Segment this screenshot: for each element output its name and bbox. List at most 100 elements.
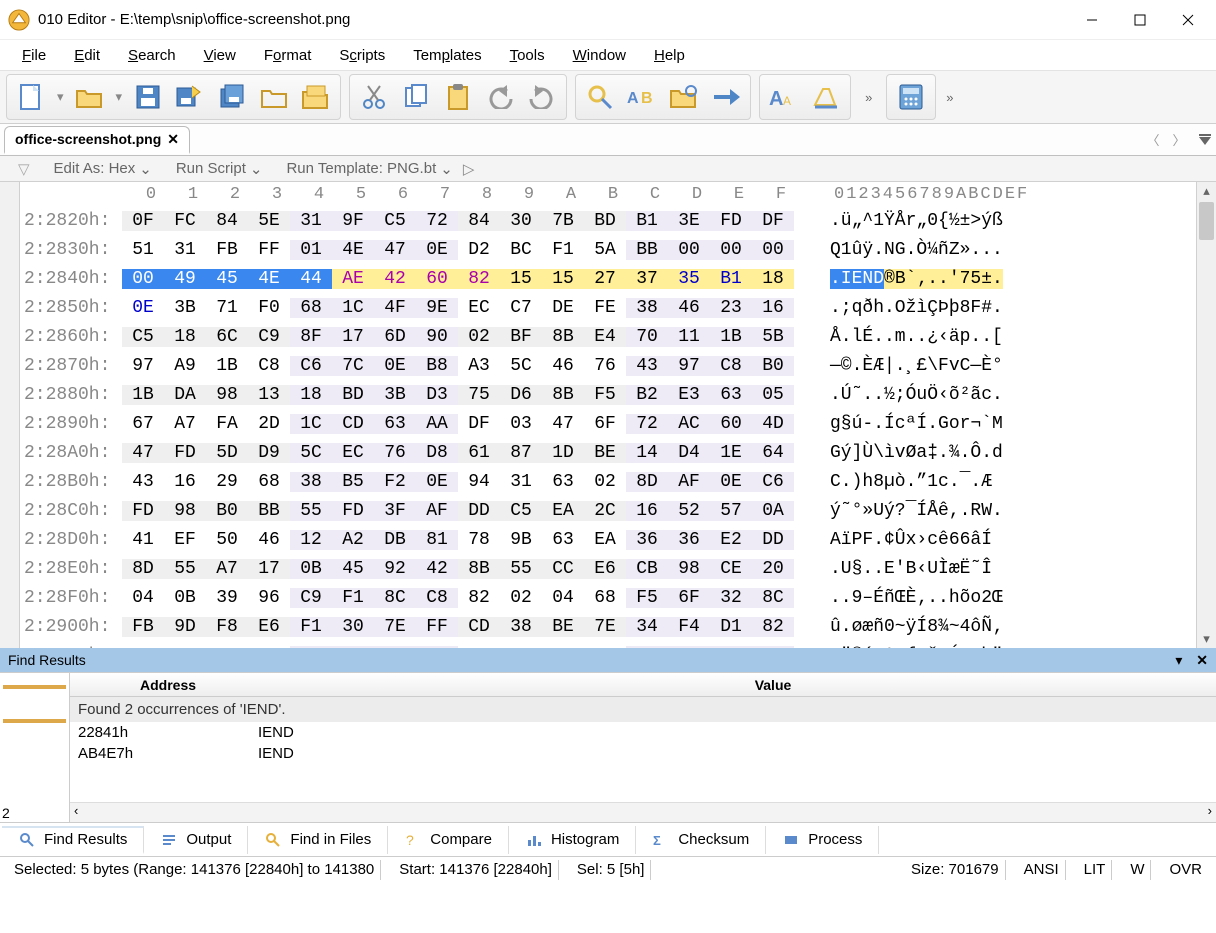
open-folder-button[interactable] [258,81,290,113]
results-count: 2 [2,805,10,821]
hex-row[interactable]: 2:2900h:FB9DF8E6F1307EFFCD38BE7E34F4D182… [20,612,1196,641]
save-as-button[interactable] [174,81,206,113]
find-button[interactable] [584,81,616,113]
status-write[interactable]: W [1124,860,1151,880]
hex-row[interactable]: 2:28B0h:4316296838B5F20E943163028DAF0EC6… [20,467,1196,496]
menu-scripts[interactable]: Scripts [325,43,399,68]
bottom-tab-process[interactable]: Process [766,826,879,854]
minimap[interactable]: 2 [0,673,70,822]
hex-row[interactable]: 2:2840h:0049454E44AE4260821515273735B118… [20,264,1196,293]
scroll-down-icon[interactable]: ▾ [1197,630,1216,648]
find-replace-button[interactable]: AB [626,81,658,113]
panel-close-icon[interactable]: ✕ [1196,652,1208,668]
toolbar-overflow-icon[interactable]: » [855,90,882,105]
column-address[interactable]: Address [70,677,330,693]
highlight-button[interactable] [810,81,842,113]
menu-templates[interactable]: Templates [399,43,495,68]
paste-button[interactable] [442,81,474,113]
hex-row[interactable]: 2:2860h:C5186CC98F176D9002BF8BE470111B5B… [20,322,1196,351]
save-all-button[interactable] [216,81,248,113]
hex-row[interactable]: 2:28C0h:FD98B0BB55FD3FAFDDC5EA2C1652570A… [20,496,1196,525]
status-start[interactable]: Start: 141376 [22840h] [393,860,559,880]
redo-button[interactable] [526,81,558,113]
menu-search[interactable]: Search [114,43,190,68]
status-ovr[interactable]: OVR [1163,860,1208,880]
save-button[interactable] [132,81,164,113]
status-sel[interactable]: Sel: 5 [5h] [571,860,652,880]
process-icon [782,831,800,849]
find-result-row[interactable]: 22841hIEND [70,722,1216,743]
status-endian[interactable]: LIT [1078,860,1113,880]
calculator-button[interactable] [895,81,927,113]
find-in-files-button[interactable] [668,81,700,113]
bottom-tab-find-results[interactable]: Find Results [2,826,144,854]
menu-help[interactable]: Help [640,43,699,68]
menu-tools[interactable]: Tools [496,43,559,68]
hex-row[interactable]: 2:28E0h:8D55A7170B4592428B55CCE6CB98CE20… [20,554,1196,583]
tab-active[interactable]: office-screenshot.png ✕ [4,126,190,154]
cut-button[interactable] [358,81,390,113]
scroll-thumb[interactable] [1199,202,1214,240]
output-icon [160,831,178,849]
chevron-down-icon[interactable]: ▾ [116,89,123,105]
horizontal-scrollbar[interactable] [70,802,1216,822]
hex-row[interactable]: 2:2850h:0E3B71F0681C4F9EECC7DEFE38462316… [20,293,1196,322]
bottom-tab-histogram[interactable]: Histogram [509,826,636,854]
edit-as-selector[interactable]: Edit As: Hex ⌄ [54,160,152,178]
close-button[interactable] [1164,4,1212,36]
menu-edit[interactable]: Edit [60,43,114,68]
bottom-tab-find-in-files[interactable]: Find in Files [248,826,388,854]
hex-row[interactable]: 2:2830h:5131FBFF014E470ED2BCF15ABB000000… [20,235,1196,264]
hex-row[interactable]: 2:28A0h:47FD5DD95CEC76D861871DBE14D41E64… [20,438,1196,467]
menu-format[interactable]: Format [250,43,326,68]
next-tab-button[interactable]: 〉 [1168,129,1190,151]
hex-row[interactable]: 2:2870h:97A91BC8C67C0EB8A35C46764397C8B0… [20,351,1196,380]
open-template-button[interactable] [300,81,332,113]
copy-button[interactable] [400,81,432,113]
hex-row[interactable]: 2:2820h:0FFC845E319FC57284307BBDB13EFDDF… [20,206,1196,235]
expand-icon[interactable]: ▽ [18,160,30,178]
document-tabs: office-screenshot.png ✕ 〈 〉 [0,124,1216,156]
bottom-tab-compare[interactable]: ?Compare [388,826,509,854]
close-icon[interactable]: ✕ [167,131,179,148]
new-file-button[interactable] [15,81,47,113]
maximize-button[interactable] [1116,4,1164,36]
bottom-tab-output[interactable]: Output [144,826,248,854]
menu-window[interactable]: Window [559,43,640,68]
scroll-up-icon[interactable]: ▴ [1197,182,1216,200]
hex-row[interactable]: 2:2880h:1BDA981318BD3BD375D68BF5B2E36305… [20,380,1196,409]
toolbar-overflow-icon[interactable]: » [940,90,959,105]
undo-button[interactable] [484,81,516,113]
checksum-icon: Σ [652,831,670,849]
goto-button[interactable] [710,81,742,113]
hex-editor[interactable]: 0123456789ABCDEF0123456789ABCDEF 2:2820h… [0,182,1216,648]
chevron-down-icon[interactable]: ▾ [57,89,64,105]
run-template-selector[interactable]: Run Template: PNG.bt ⌄ ▷ [286,160,474,178]
menu-file[interactable]: File [8,43,60,68]
bottom-tab-checksum[interactable]: ΣChecksum [636,826,766,854]
find-in-files-icon [264,831,282,849]
minimize-button[interactable] [1068,4,1116,36]
font-button[interactable]: AA [768,81,800,113]
menu-bar: FileEditSearchViewFormatScriptsTemplates… [0,40,1216,70]
tab-list-button[interactable] [1194,129,1216,151]
hex-row[interactable]: 2:28F0h:040B3996C9F18CC882020468F56F328C… [20,583,1196,612]
panel-minimize-icon[interactable]: ▾ [1175,652,1182,668]
find-result-row[interactable]: AB4E7hIEND [70,743,1216,764]
run-script-selector[interactable]: Run Script ⌄ [176,160,263,178]
hex-row[interactable]: 2:28D0h:41EF504612A2DB81789B63EA3636E2DD… [20,525,1196,554]
tab-label: office-screenshot.png [15,131,161,147]
chevron-down-icon: ⌄ [440,160,453,178]
menu-view[interactable]: View [190,43,250,68]
hex-row[interactable]: 2:2890h:67A7FA2D1CCD63AADF03476F72AC604D… [20,409,1196,438]
window-title: 010 Editor - E:\temp\snip\office-screens… [38,11,1068,28]
prev-tab-button[interactable]: 〈 [1142,129,1164,151]
open-file-button[interactable] [74,81,106,113]
hex-row[interactable]: 2:2910h:0793AEF3465E837BB79A3FC159516893… [20,641,1196,648]
status-size[interactable]: Size: 701679 [905,860,1006,880]
column-value[interactable]: Value [330,677,1216,693]
vertical-scrollbar[interactable]: ▴ ▾ [1196,182,1216,648]
status-encoding[interactable]: ANSI [1018,860,1066,880]
play-icon[interactable]: ▷ [463,160,475,178]
svg-text:Σ: Σ [653,833,661,848]
